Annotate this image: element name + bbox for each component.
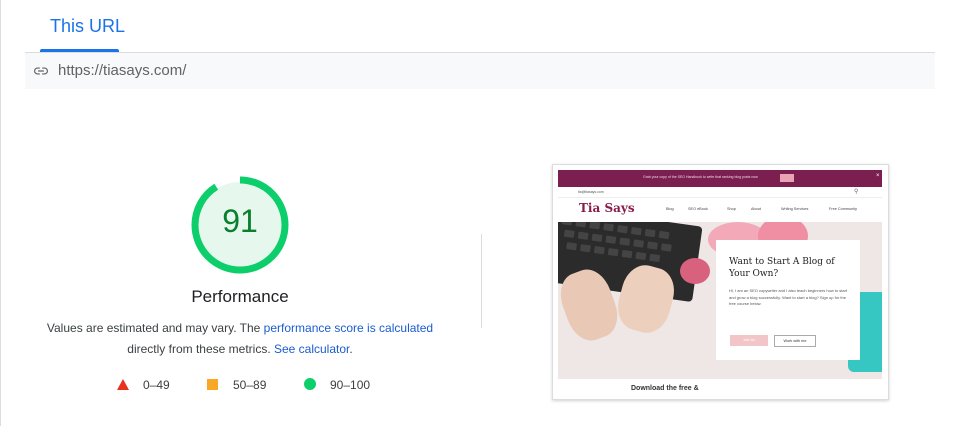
card-body: Hi, I am an SEO copywriter and I also te… xyxy=(729,288,848,306)
card-title: Want to Start A Blog of Your Own? xyxy=(729,257,835,279)
card-join-button: Join Us xyxy=(730,335,768,346)
screenshot-nav-ebook: SEO eBook xyxy=(688,207,708,211)
screenshot-email: tia@tiasays.com xyxy=(578,190,604,194)
flower-image xyxy=(680,258,710,284)
red-triangle-icon xyxy=(117,379,129,390)
legend-pass-range: 90–100 xyxy=(330,378,371,392)
screenshot-nav-about: About xyxy=(751,207,761,211)
page-left-border xyxy=(0,0,1,426)
vertical-divider xyxy=(481,234,482,328)
tab-this-url[interactable]: This URL xyxy=(50,16,125,37)
banner-button xyxy=(780,174,794,182)
link-icon xyxy=(34,67,48,75)
orange-square-icon xyxy=(207,379,218,390)
performance-score-link[interactable]: performance score is calculated xyxy=(264,321,433,335)
see-calculator-link[interactable]: See calculator xyxy=(274,342,349,356)
screenshot-logo: Tia Says xyxy=(579,201,635,215)
final-screenshot: Grab your copy of the SEO Handbook to wr… xyxy=(552,164,889,400)
close-icon: × xyxy=(876,173,880,179)
description-suffix: . xyxy=(349,342,353,356)
legend-average-range: 50–89 xyxy=(233,378,267,392)
screenshot-card: Want to Start A Blog of Your Own? Hi, I … xyxy=(716,240,860,360)
description-middle: directly from these metrics. xyxy=(127,342,274,356)
url-text: https://tiasays.com/ xyxy=(58,62,187,79)
card-work-button: Work with me xyxy=(774,335,816,347)
search-icon: ⚲ xyxy=(854,189,859,195)
screenshot-bottom-text: Download the free & xyxy=(631,385,699,392)
screenshot-top-banner: Grab your copy of the SEO Handbook to wr… xyxy=(558,170,882,187)
screenshot-nav-blog: Blog xyxy=(666,207,674,211)
screenshot-hero: Want to Start A Blog of Your Own? Hi, I … xyxy=(558,222,882,379)
screenshot-divider xyxy=(558,197,882,198)
performance-title: Performance xyxy=(191,287,289,306)
description-prefix: Values are estimated and may vary. The xyxy=(46,321,264,335)
screenshot-nav-writing: Writing Services xyxy=(781,207,809,211)
banner-text: Grab your copy of the SEO Handbook to wr… xyxy=(643,175,758,179)
url-bar: https://tiasays.com/ xyxy=(25,53,935,89)
performance-score: 91 xyxy=(222,203,258,239)
screenshot-nav-community: Free Community xyxy=(829,207,858,211)
performance-description: Values are estimated and may vary. The p… xyxy=(30,318,450,360)
green-circle-icon xyxy=(304,378,316,390)
screenshot-nav-shop: Shop xyxy=(727,207,736,211)
legend-fail-range: 0–49 xyxy=(143,378,170,392)
